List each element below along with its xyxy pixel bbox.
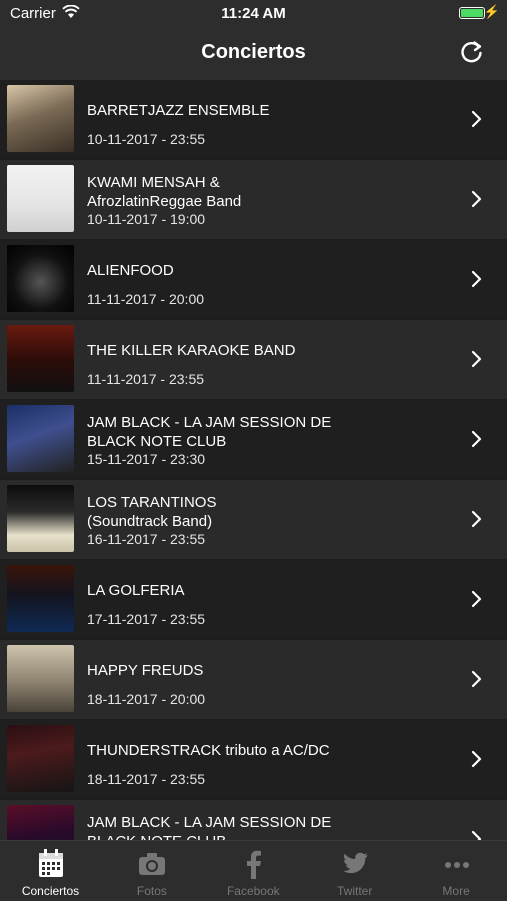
concert-row[interactable]: LOS TARANTINOS (Soundtrack Band) 16-11-20… <box>0 480 507 560</box>
concert-title: THUNDERSTRACK tributo a AC/DC <box>87 742 330 759</box>
tab-twitter[interactable]: Twitter <box>304 841 405 901</box>
concert-title: KWAMI MENSAH & AfrozlatinReggae Band <box>87 174 242 210</box>
concert-title: LA GOLFERIA <box>87 582 185 599</box>
concert-thumbnail <box>7 565 74 632</box>
concert-thumbnail <box>7 725 74 792</box>
concert-thumbnail <box>7 245 74 312</box>
concert-title: LOS TARANTINOS (Soundtrack Band) <box>87 494 217 530</box>
chevron-right-icon <box>471 670 482 688</box>
facebook-icon <box>246 850 261 879</box>
concert-row[interactable]: HAPPY FREUDS 18-11-2017 - 20:00 <box>0 640 507 720</box>
chevron-right-icon <box>471 350 482 368</box>
camera-icon <box>139 853 166 875</box>
tab-label: Facebook <box>226 884 280 898</box>
chevron-right-icon <box>471 110 482 128</box>
concert-row[interactable]: THUNDERSTRACK tributo a AC/DC 18-11-2017 … <box>0 720 507 800</box>
concert-thumbnail <box>7 325 74 392</box>
concert-date: 16-11-2017 - 23:55 <box>87 531 206 547</box>
concert-thumbnail <box>7 805 74 840</box>
refresh-icon[interactable] <box>459 39 485 65</box>
concert-title: JAM BLACK - LA JAM SESSION DE BLACK NOTE… <box>87 414 332 450</box>
tab-label: Twitter <box>337 884 373 898</box>
tab-label: Conciertos <box>21 884 80 898</box>
concert-date: 15-11-2017 - 23:30 <box>87 451 206 467</box>
concert-row[interactable]: BARRETJAZZ ENSEMBLE 10-11-2017 - 23:55 <box>0 80 507 160</box>
chevron-right-icon <box>471 750 482 768</box>
concert-date: 18-11-2017 - 20:00 <box>87 691 206 707</box>
concert-thumbnail <box>7 485 74 552</box>
tab-facebook[interactable]: Facebook <box>203 841 304 901</box>
concert-thumbnail <box>7 165 74 232</box>
concert-date: 18-11-2017 - 23:55 <box>87 771 206 787</box>
concert-row[interactable]: JAM BLACK - LA JAM SESSION DE BLACK NOTE… <box>0 800 507 840</box>
concert-title: BARRETJAZZ ENSEMBLE <box>87 102 270 119</box>
concert-title: HAPPY FREUDS <box>87 662 204 679</box>
chevron-right-icon <box>471 590 482 608</box>
concert-date: 11-11-2017 - 23:55 <box>87 371 205 387</box>
concert-title: ALIENFOOD <box>87 262 174 279</box>
status-bar: Carrier 11:24 AM ⚡ <box>0 0 507 26</box>
chevron-right-icon <box>471 830 482 840</box>
battery-icon <box>459 7 485 19</box>
concert-row[interactable]: JAM BLACK - LA JAM SESSION DE BLACK NOTE… <box>0 400 507 480</box>
chevron-right-icon <box>471 190 482 208</box>
page-title: Conciertos <box>201 41 306 63</box>
calendar-icon <box>39 849 63 877</box>
concert-row[interactable]: THE KILLER KARAOKE BAND 11-11-2017 - 23:5… <box>0 320 507 400</box>
concert-date: 11-11-2017 - 20:00 <box>87 291 205 307</box>
twitter-icon <box>343 852 369 874</box>
concert-thumbnail <box>7 85 74 152</box>
charging-icon: ⚡ <box>483 4 500 19</box>
chevron-right-icon <box>471 270 482 288</box>
concert-list[interactable]: BARRETJAZZ ENSEMBLE 10-11-2017 - 23:55 KWA… <box>0 80 507 840</box>
tab-label: More <box>442 884 470 898</box>
more-icon <box>444 862 469 868</box>
concert-title: THE KILLER KARAOKE BAND <box>87 342 296 359</box>
chevron-right-icon <box>471 430 482 448</box>
chevron-right-icon <box>471 510 482 528</box>
concert-thumbnail <box>7 645 74 712</box>
concert-date: 10-11-2017 - 23:55 <box>87 131 206 147</box>
concert-thumbnail <box>7 405 74 472</box>
tab-more[interactable]: More <box>406 841 507 901</box>
concert-row[interactable]: LA GOLFERIA 17-11-2017 - 23:55 <box>0 560 507 640</box>
navigation-bar: Conciertos <box>0 26 507 81</box>
concert-title: JAM BLACK - LA JAM SESSION DE BLACK NOTE… <box>87 814 332 840</box>
clock-time: 11:24 AM <box>221 5 286 22</box>
concert-row[interactable]: ALIENFOOD 11-11-2017 - 20:00 <box>0 240 507 320</box>
concert-date: 17-11-2017 - 23:55 <box>87 611 206 627</box>
tab-label: Fotos <box>136 884 167 898</box>
tab-conciertos[interactable]: Conciertos <box>0 841 101 901</box>
tab-bar: Conciertos Fotos Facebook Twitter More <box>0 840 507 901</box>
concert-row[interactable]: KWAMI MENSAH & AfrozlatinReggae Band 10-1… <box>0 160 507 240</box>
tab-fotos[interactable]: Fotos <box>101 841 202 901</box>
concert-date: 10-11-2017 - 19:00 <box>87 211 206 227</box>
